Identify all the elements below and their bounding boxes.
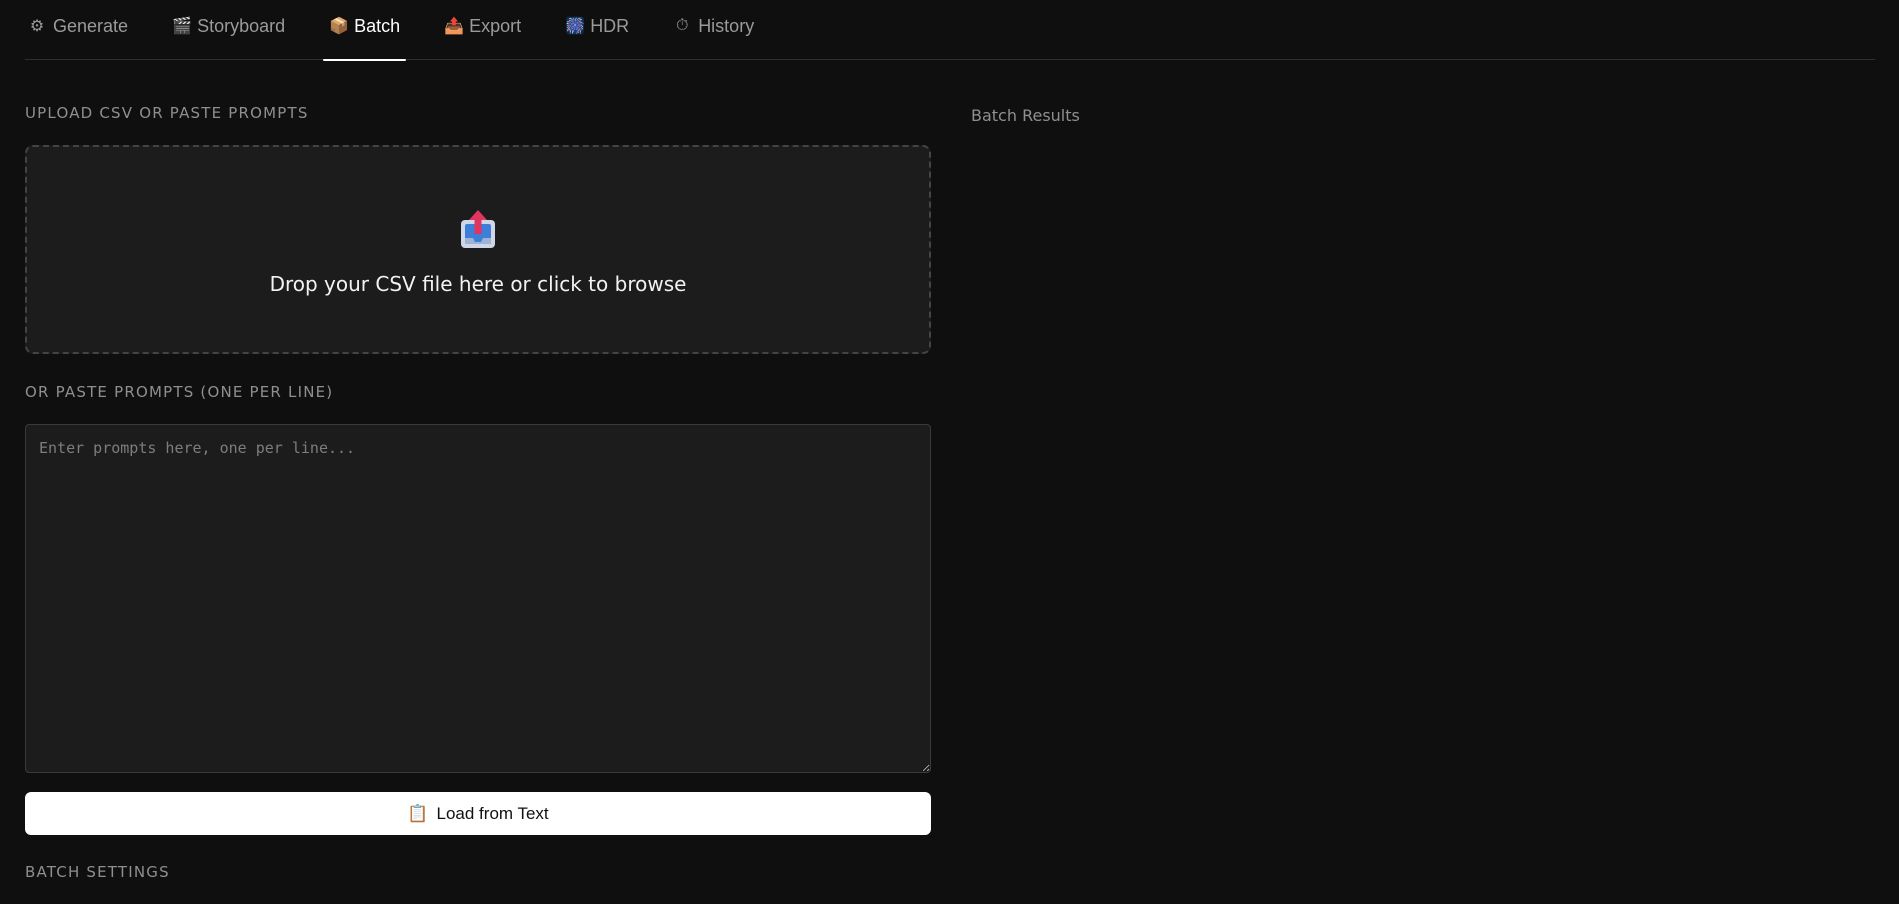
dropzone-text: Drop your CSV file here or click to brow… (269, 271, 687, 296)
tab-storyboard[interactable]: 🎬 Storyboard (169, 0, 288, 60)
tab-bar: ⚙ Generate 🎬 Storyboard 📦 Batch 📤 Export… (25, 0, 1875, 61)
stopwatch-icon: ⏱ (675, 17, 689, 34)
tab-batch[interactable]: 📦 Batch (323, 0, 407, 61)
tab-export[interactable]: 📤 Export (441, 0, 524, 60)
csv-dropzone[interactable]: Drop your CSV file here or click to brow… (25, 145, 931, 354)
tab-label: Export (469, 15, 522, 36)
upload-tray-icon (461, 209, 495, 248)
tab-label: Storyboard (197, 15, 286, 36)
package-icon: 📦 (329, 18, 350, 35)
fireworks-icon: 🎆 (565, 18, 586, 35)
tab-label: Batch (354, 15, 401, 36)
tab-label: History (698, 15, 755, 36)
batch-settings-label: BATCH SETTINGS (25, 863, 170, 881)
clipboard-icon: 📋 (407, 803, 429, 823)
load-button-label: Load from Text (436, 803, 549, 823)
tab-hdr[interactable]: 🎆 HDR (562, 0, 632, 60)
upload-section-label: UPLOAD CSV OR PASTE PROMPTS (25, 104, 309, 122)
tab-label: HDR (590, 15, 630, 36)
batch-results-title: Batch Results (971, 106, 1080, 125)
tab-label: Generate (53, 15, 129, 36)
outbox-tray-icon: 📤 (444, 18, 465, 35)
tab-history[interactable]: ⏱ History (670, 0, 757, 60)
load-from-text-button[interactable]: 📋 Load from Text (25, 792, 931, 835)
gear-icon: ⚙ (29, 18, 45, 35)
paste-section-label: OR PASTE PROMPTS (ONE PER LINE) (25, 383, 334, 401)
prompts-textarea[interactable] (25, 424, 931, 773)
clapperboard-icon: 🎬 (172, 18, 192, 35)
tab-generate[interactable]: ⚙ Generate (25, 0, 131, 60)
batch-page: ⚙ Generate 🎬 Storyboard 📦 Batch 📤 Export… (0, 0, 1899, 904)
